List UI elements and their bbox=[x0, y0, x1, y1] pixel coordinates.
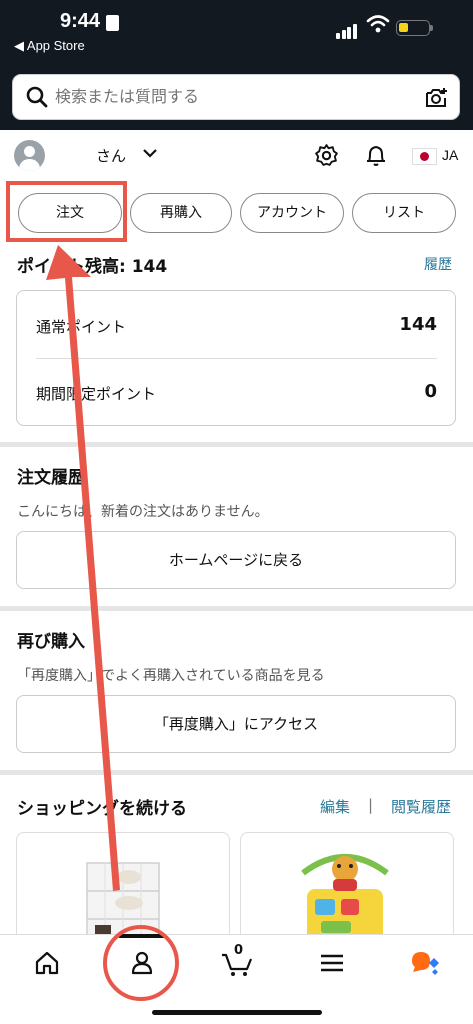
japan-flag-icon[interactable] bbox=[412, 148, 437, 165]
rebuy-access-button[interactable]: 「再度購入」にアクセス bbox=[16, 695, 456, 753]
wifi-icon bbox=[366, 15, 390, 33]
highlight-box bbox=[6, 181, 127, 242]
edit-link[interactable]: 編集 bbox=[320, 796, 350, 817]
section-divider bbox=[0, 606, 473, 611]
battery-icon bbox=[396, 20, 433, 36]
search-icon bbox=[26, 86, 48, 108]
avatar[interactable] bbox=[14, 140, 45, 171]
bell-icon[interactable] bbox=[364, 143, 388, 168]
language-label[interactable]: JA bbox=[442, 147, 458, 163]
status-time: 9:44 bbox=[60, 10, 101, 32]
menu-icon[interactable] bbox=[318, 949, 346, 977]
baby-toy-image bbox=[301, 854, 389, 941]
gear-icon[interactable] bbox=[314, 143, 339, 168]
username-label[interactable]: さん bbox=[96, 145, 126, 166]
limited-points-value: 0 bbox=[424, 381, 437, 402]
app-header: 9:44 ◀ App Store bbox=[0, 0, 473, 130]
home-indicator bbox=[152, 1010, 322, 1015]
tab-lists[interactable]: リスト bbox=[352, 193, 456, 233]
rebuy-message: 「再度購入」でよく再購入されている商品を見る bbox=[17, 668, 325, 684]
points-history-link[interactable]: 履歴 bbox=[424, 254, 452, 274]
tab-rebuy[interactable]: 再購入 bbox=[130, 193, 232, 233]
regular-points-value: 144 bbox=[399, 314, 437, 335]
regular-points-label: 通常ポイント bbox=[36, 318, 127, 336]
cart-count-badge: 0 bbox=[234, 943, 244, 958]
chevron-down-icon[interactable] bbox=[142, 145, 158, 161]
back-to-homepage-button[interactable]: ホームページに戻る bbox=[16, 531, 456, 589]
order-history-message: こんにちは、新着の注文はありません。 bbox=[17, 504, 269, 520]
order-history-title: 注文履歴 bbox=[17, 468, 85, 488]
continue-shopping-title: ショッピングを続ける bbox=[17, 799, 187, 819]
limited-points-label: 期間限定ポイント bbox=[36, 385, 157, 403]
back-to-app-store[interactable]: ◀ App Store bbox=[14, 38, 85, 54]
product-card[interactable] bbox=[16, 832, 230, 942]
link-separator: | bbox=[368, 796, 374, 814]
cat-cage-image bbox=[86, 862, 160, 941]
section-divider bbox=[0, 442, 473, 447]
points-card: 通常ポイント 144 期間限定ポイント 0 bbox=[16, 290, 456, 426]
product-card[interactable] bbox=[240, 832, 454, 942]
home-icon[interactable] bbox=[33, 949, 61, 977]
ai-assistant-icon[interactable] bbox=[409, 949, 441, 977]
tab-account[interactable]: アカウント bbox=[240, 193, 344, 233]
search-bar[interactable] bbox=[12, 74, 460, 120]
rebuy-title: 再び購入 bbox=[17, 632, 85, 652]
wallet-icon bbox=[106, 15, 119, 31]
browsing-history-link[interactable]: 閲覧履歴 bbox=[391, 796, 451, 817]
section-divider bbox=[0, 770, 473, 775]
divider bbox=[36, 358, 437, 359]
bottom-nav: 0 bbox=[0, 934, 473, 1024]
signal-icon bbox=[336, 20, 358, 39]
account-row: さん bbox=[0, 132, 473, 180]
camera-search-icon[interactable] bbox=[424, 86, 448, 110]
points-balance-title: ポイント残高: 144 bbox=[17, 257, 168, 277]
active-tab-indicator bbox=[118, 934, 166, 938]
search-input[interactable] bbox=[55, 75, 415, 119]
account-icon[interactable] bbox=[128, 949, 156, 977]
